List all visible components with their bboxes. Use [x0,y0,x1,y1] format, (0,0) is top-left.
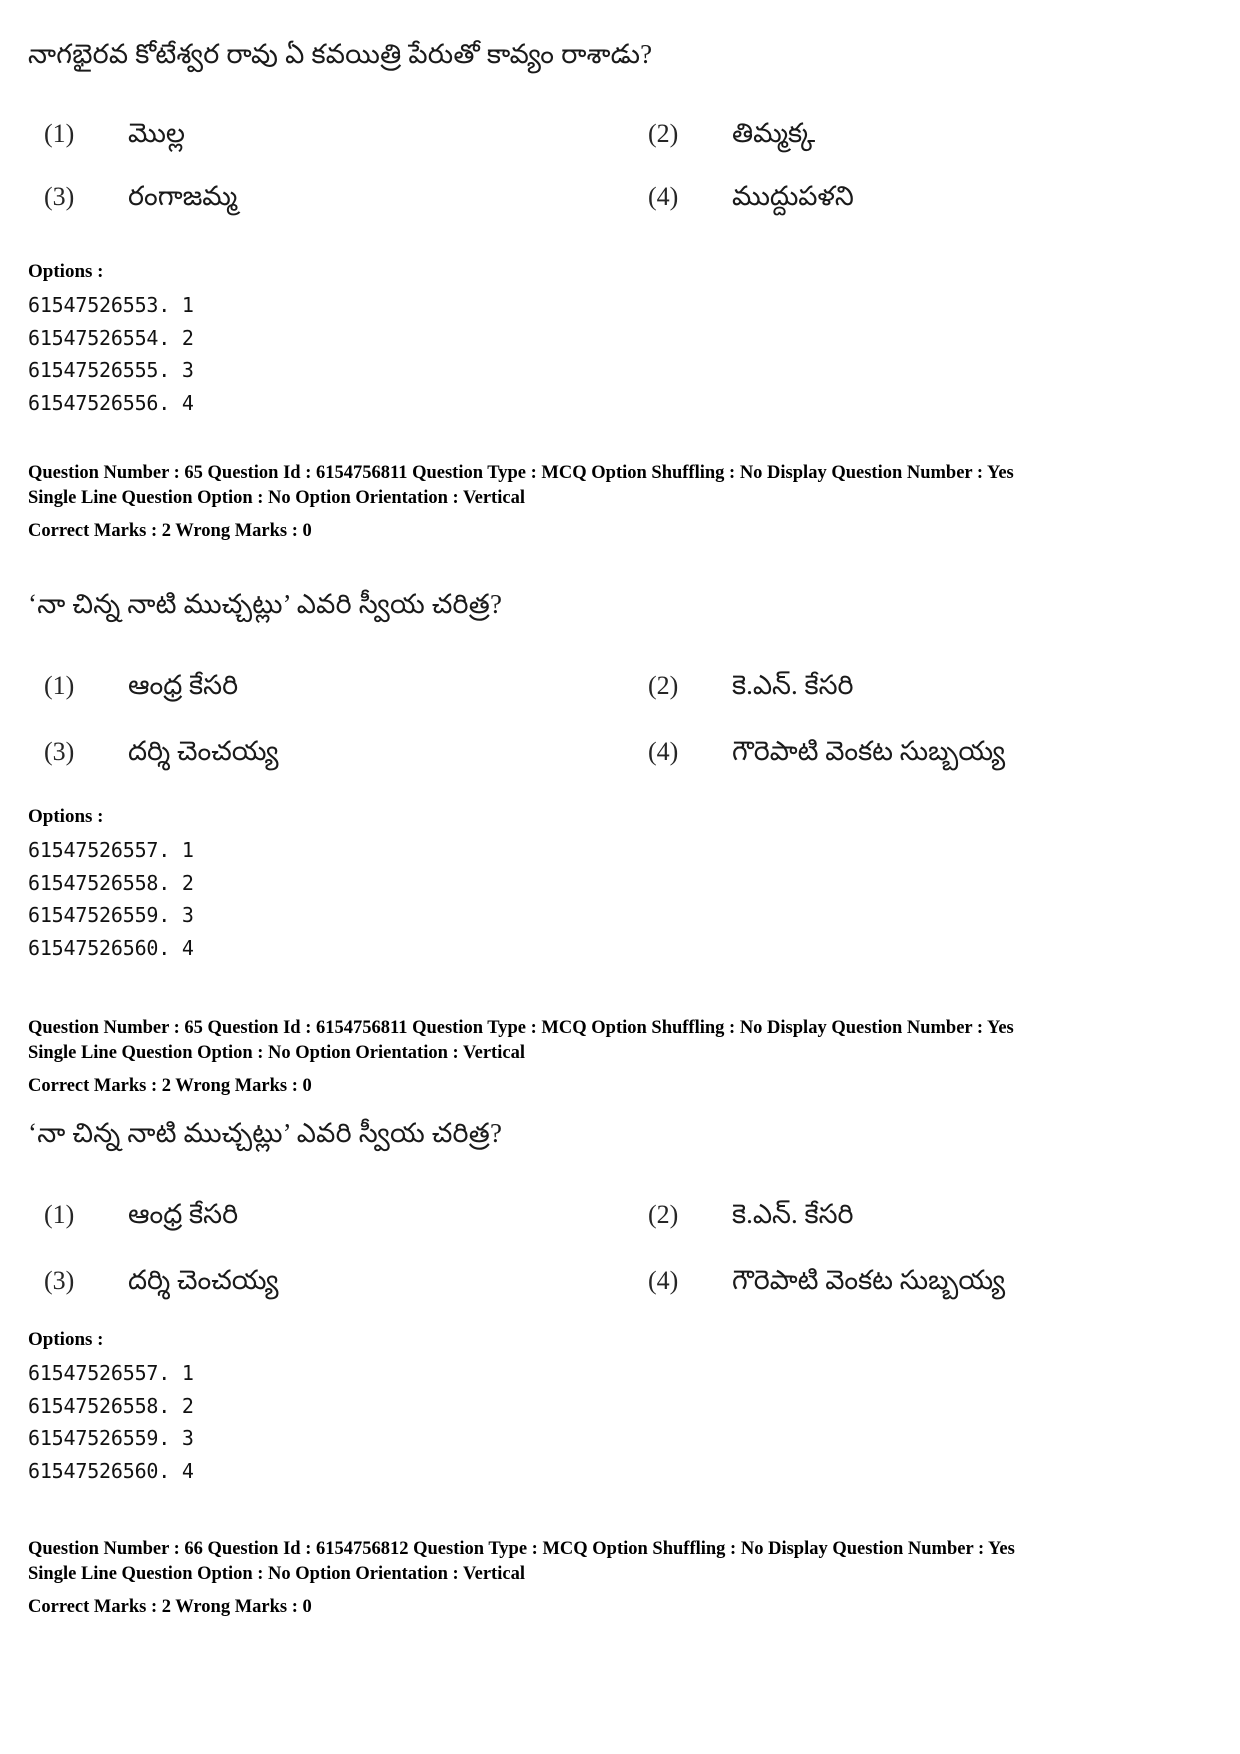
question-metadata: Question Number : 66 Question Id : 61547… [28,1537,1212,1619]
option-label: రంగాజమ్మ [128,181,238,212]
option-number: (4) [648,1266,679,1296]
question-metadata: Question Number : 65 Question Id : 61547… [28,1016,1212,1098]
option-item-3[interactable]: (3) దర్శి చెంచయ్య [28,736,638,774]
option-id: 61547526559. 3 [28,1426,194,1451]
option-id: 61547526557. 1 [28,1361,194,1386]
option-id-list: Options : 61547526553. 1 61547526554. 2 … [28,261,1212,419]
option-number: (2) [648,671,679,701]
option-id: 61547526560. 4 [28,935,194,960]
option-item-1[interactable]: (1) ఆంధ్ర కేసరి [28,1199,638,1237]
options-heading: Options : [28,261,104,283]
question-block-3: ‘నా చిన్న నాటి ముచ్చట్లు’ ఎవరి స్వీయ చరి… [0,1115,1240,1619]
option-item-2[interactable]: (2) కె.ఎన్. కేసరి [638,1199,1198,1237]
question-text: ‘నా చిన్న నాటి ముచ్చట్లు’ ఎవరి స్వీయ చరి… [28,589,503,619]
metadata-line-2: Single Line Question Option : No Option … [28,1043,525,1064]
metadata-marks: Correct Marks : 2 Wrong Marks : 0 [28,1076,312,1097]
option-number: (1) [44,671,75,701]
option-id: 61547526559. 3 [28,903,194,928]
option-id: 61547526556. 4 [28,390,194,415]
option-number: (1) [44,1200,75,1230]
metadata-marks: Correct Marks : 2 Wrong Marks : 0 [28,521,312,542]
option-grid: (1) ఆంధ్ర కేసరి (2) కె.ఎన్. కేసరి (3) దర… [28,1199,1208,1303]
option-label: గౌరెపాటి వెంకట సుబ్బయ్య [732,1265,1006,1296]
question-text: నాగభైరవ కోటేశ్వర రావు ఏ కవయిత్రి పేరుతో … [28,39,653,69]
option-item-2[interactable]: (2) కె.ఎన్. కేసరి [638,670,1198,708]
question-paper-page: నాగభైరవ కోటేశ్వర రావు ఏ కవయిత్రి పేరుతో … [0,0,1240,1754]
option-item-1[interactable]: (1) మొల్ల [28,118,638,156]
option-grid: (1) మొల్ల (2) తిమ్మక్క (3) రంగాజమ్మ (4) … [28,118,1208,219]
option-label: ఆంధ్ర కేసరి [128,670,239,701]
option-id-list: Options : 61547526557. 1 61547526558. 2 … [28,1329,1212,1487]
option-row: (3) దర్శి చెంచయ్య (4) గౌరెపాటి వెంకట సుబ… [28,736,1208,774]
option-row: (3) దర్శి చెంచయ్య (4) గౌరెపాటి వెంకట సుబ… [28,1265,1208,1303]
metadata-line-2: Single Line Question Option : No Option … [28,1564,525,1585]
question-block-2: ‘నా చిన్న నాటి ముచ్చట్లు’ ఎవరి స్వీయ చరి… [0,586,1240,1098]
option-id: 61547526555. 3 [28,358,194,383]
option-id: 61547526553. 1 [28,293,194,318]
metadata-line-1: Question Number : 65 Question Id : 61547… [28,1018,1014,1038]
option-label: ఆంధ్ర కేసరి [128,1199,239,1230]
question-block-1: నాగభైరవ కోటేశ్వర రావు ఏ కవయిత్రి పేరుతో … [0,36,1240,543]
option-item-3[interactable]: (3) దర్శి చెంచయ్య [28,1265,638,1303]
option-id: 61547526557. 1 [28,838,194,863]
option-item-4[interactable]: (4) గౌరెపాటి వెంకట సుబ్బయ్య [638,1265,1198,1303]
question-text: ‘నా చిన్న నాటి ముచ్చట్లు’ ఎవరి స్వీయ చరి… [28,1118,503,1148]
question-metadata: Question Number : 65 Question Id : 61547… [28,461,1212,543]
option-id-list: Options : 61547526557. 1 61547526558. 2 … [28,806,1212,964]
option-item-4[interactable]: (4) ముద్దుపళని [638,181,1198,219]
option-label: తిమ్మక్క [732,118,816,149]
option-row: (1) ఆంధ్ర కేసరి (2) కె.ఎన్. కేసరి [28,1199,1208,1237]
option-item-1[interactable]: (1) ఆంధ్ర కేసరి [28,670,638,708]
option-item-4[interactable]: (4) గౌరెపాటి వెంకట సుబ్బయ్య [638,736,1198,774]
option-item-2[interactable]: (2) తిమ్మక్క [638,118,1198,156]
option-number: (1) [44,119,75,149]
option-label: కె.ఎన్. కేసరి [732,670,854,701]
option-label: కె.ఎన్. కేసరి [732,1199,854,1230]
option-number: (3) [44,182,75,212]
option-number: (4) [648,182,679,212]
option-label: గౌరెపాటి వెంకట సుబ్బయ్య [732,736,1006,767]
option-label: ముద్దుపళని [732,181,854,212]
option-grid: (1) ఆంధ్ర కేసరి (2) కె.ఎన్. కేసరి (3) దర… [28,670,1208,774]
option-number: (2) [648,1200,679,1230]
option-id: 61547526558. 2 [28,1393,194,1418]
metadata-marks: Correct Marks : 2 Wrong Marks : 0 [28,1597,312,1618]
option-id: 61547526558. 2 [28,870,194,895]
option-row: (1) మొల్ల (2) తిమ్మక్క [28,118,1208,156]
option-label: మొల్ల [128,118,186,149]
option-row: (3) రంగాజమ్మ (4) ముద్దుపళని [28,181,1208,219]
metadata-line-1: Question Number : 65 Question Id : 61547… [28,463,1014,483]
option-id: 61547526560. 4 [28,1458,194,1483]
option-number: (3) [44,1266,75,1296]
option-label: దర్శి చెంచయ్య [128,1265,279,1296]
metadata-line-1: Question Number : 66 Question Id : 61547… [28,1539,1015,1559]
options-heading: Options : [28,1329,104,1351]
option-id: 61547526554. 2 [28,325,194,350]
option-label: దర్శి చెంచయ్య [128,736,279,767]
options-heading: Options : [28,806,104,828]
option-number: (3) [44,737,75,767]
option-number: (4) [648,737,679,767]
option-number: (2) [648,119,679,149]
option-row: (1) ఆంధ్ర కేసరి (2) కె.ఎన్. కేసరి [28,670,1208,708]
metadata-line-2: Single Line Question Option : No Option … [28,488,525,509]
option-item-3[interactable]: (3) రంగాజమ్మ [28,181,638,219]
